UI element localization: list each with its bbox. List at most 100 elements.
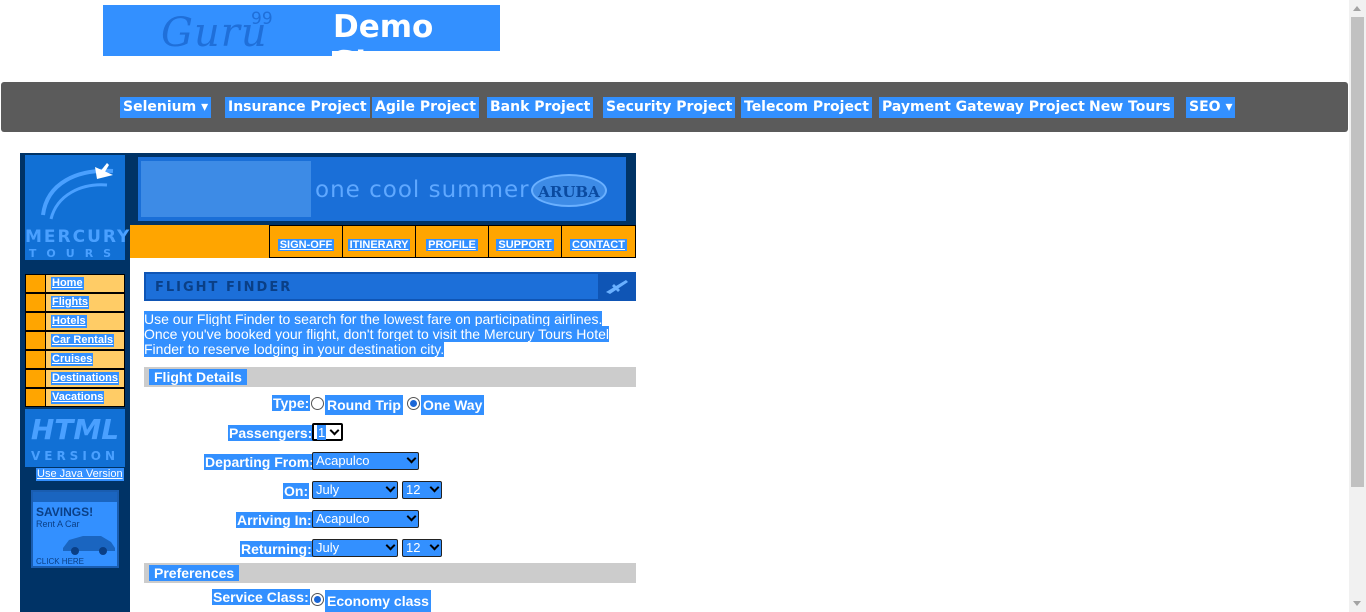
- scroll-up-icon[interactable]: [1353, 6, 1361, 11]
- banner-people-image: [141, 161, 311, 217]
- flight-finder-title: FLIGHT FINDER: [155, 280, 293, 295]
- menu-bullet: [26, 313, 46, 330]
- economy-class-radio[interactable]: [311, 593, 324, 606]
- arriving-in-label: Arriving In:: [236, 512, 313, 528]
- returning-day-value: 12: [406, 540, 421, 555]
- sidebar-item-flights[interactable]: Flights: [25, 293, 125, 312]
- ad-top-bar: [33, 492, 117, 502]
- sidebar-link[interactable]: Cruises: [51, 353, 94, 366]
- scrollbar-thumb[interactable]: [1351, 17, 1364, 487]
- profile-link[interactable]: PROFILE: [426, 239, 478, 251]
- nav-selenium[interactable]: Selenium ▾: [120, 97, 212, 118]
- service-class-label: Service Class:: [212, 589, 310, 605]
- passengers-select[interactable]: 1: [312, 423, 343, 441]
- preferences-title: Preferences: [149, 565, 240, 581]
- html-version-badge: HTML VERSION: [25, 409, 125, 467]
- sidebar-item-hotels[interactable]: Hotels: [25, 312, 125, 331]
- nav-insurance-project[interactable]: Insurance Project: [225, 97, 370, 118]
- arriving-in-select[interactable]: Acapulco: [312, 510, 419, 528]
- sidebar-item-home[interactable]: Home: [25, 274, 125, 293]
- flight-details-title: Flight Details: [149, 369, 247, 385]
- departing-from-select[interactable]: Acapulco: [312, 452, 419, 470]
- logo-divider: [332, 51, 500, 61]
- nav-payment-gateway-project[interactable]: Payment Gateway Project: [879, 97, 1088, 118]
- sidebar-item-cruises[interactable]: Cruises: [25, 350, 125, 369]
- sidebar-link[interactable]: Flights: [51, 296, 90, 309]
- flight-details-header: Flight Details: [144, 367, 636, 387]
- vertical-scrollbar[interactable]: [1349, 0, 1366, 612]
- top-links-bar: SIGN-OFF ITINERARY PROFILE SUPPORT CONTA…: [130, 225, 636, 258]
- promo-banner[interactable]: one cool summer ARUBA: [130, 153, 636, 225]
- sidebar-item-car-rentals[interactable]: Car Rentals: [25, 331, 125, 350]
- site-logo[interactable]: Guru 99 Demo Site: [103, 5, 500, 81]
- passengers-label: Passengers:: [228, 425, 314, 441]
- sign-off-cell: SIGN-OFF: [269, 225, 343, 258]
- chevron-down-icon: [406, 453, 417, 464]
- nav-security-project[interactable]: Security Project: [603, 97, 736, 118]
- departing-value: Acapulco: [316, 453, 370, 468]
- site-title: Demo Site: [333, 9, 434, 81]
- returning-day-select[interactable]: 12: [402, 539, 442, 557]
- round-trip-radio[interactable]: [311, 397, 324, 410]
- sidebar-link[interactable]: Vacations: [51, 391, 105, 404]
- mercury-tours-logo: MERCURY TOURS: [25, 155, 129, 260]
- rent-a-car-ad[interactable]: SAVINGS! Rent A Car CLICK HERE: [31, 490, 119, 568]
- airplane-icon: [598, 274, 634, 299]
- intro-text: Use our Flight Finder to search for the …: [144, 311, 609, 357]
- arriving-value: Acapulco: [316, 511, 370, 526]
- caret-down-icon: ▾: [1225, 99, 1233, 115]
- on-label: On:: [283, 483, 310, 499]
- menu-bullet: [26, 294, 46, 311]
- html-version-title: HTML: [30, 413, 120, 446]
- returning-month-value: July: [316, 540, 340, 555]
- sidebar-link[interactable]: Car Rentals: [51, 334, 115, 347]
- nav-label: Selenium: [123, 99, 197, 115]
- chevron-down-icon: [429, 482, 440, 493]
- sidebar-menu: Home Flights Hotels Car Rentals Cruises …: [25, 274, 125, 407]
- ad-sub: Rent A Car: [36, 519, 80, 529]
- returning-label: Returning:: [240, 541, 313, 557]
- nav-seo[interactable]: SEO ▾: [1186, 97, 1236, 118]
- economy-class-label: Economy class: [325, 590, 431, 612]
- on-month-select[interactable]: July: [312, 481, 398, 499]
- chevron-down-icon: [385, 540, 396, 551]
- sidebar: MERCURY TOURS Home Flights Hotels Car Re…: [20, 153, 130, 612]
- menu-bullet: [26, 370, 46, 387]
- nav-agile-project[interactable]: Agile Project: [372, 97, 479, 118]
- brand-sub: TOURS: [28, 247, 122, 260]
- returning-month-select[interactable]: July: [312, 539, 398, 557]
- one-way-radio[interactable]: [407, 397, 420, 410]
- sidebar-link[interactable]: Home: [51, 277, 84, 290]
- sidebar-link[interactable]: Hotels: [51, 315, 87, 328]
- sidebar-item-vacations[interactable]: Vacations: [25, 388, 125, 407]
- contact-link[interactable]: CONTACT: [570, 239, 627, 251]
- round-trip-label: Round Trip: [325, 395, 403, 415]
- banner-text: one cool summer: [315, 177, 530, 203]
- preferences-header: Preferences: [144, 563, 636, 583]
- sidebar-link[interactable]: Destinations: [51, 372, 120, 385]
- on-day-select[interactable]: 12: [402, 481, 442, 499]
- on-day-value: 12: [406, 482, 421, 497]
- nav-telecom-project[interactable]: Telecom Project: [741, 97, 872, 118]
- scroll-down-icon[interactable]: [1353, 601, 1361, 606]
- sign-off-link[interactable]: SIGN-OFF: [277, 239, 335, 251]
- itinerary-link[interactable]: ITINERARY: [347, 239, 411, 251]
- sidebar-item-destinations[interactable]: Destinations: [25, 369, 125, 388]
- on-month-value: July: [316, 482, 340, 497]
- chevron-down-icon: [429, 540, 440, 551]
- use-java-version-link[interactable]: Use Java Version: [36, 468, 124, 481]
- nav-new-tours[interactable]: New Tours: [1086, 97, 1174, 118]
- support-link[interactable]: SUPPORT: [496, 239, 554, 251]
- chevron-down-icon: [329, 425, 340, 436]
- itinerary-cell: ITINERARY: [342, 225, 416, 258]
- nav-bank-project[interactable]: Bank Project: [487, 97, 594, 118]
- banner-image: one cool summer ARUBA: [138, 157, 626, 221]
- menu-bullet: [26, 275, 46, 292]
- type-label: Type:: [272, 395, 311, 411]
- menu-bullet: [26, 332, 46, 349]
- aruba-logo: ARUBA: [531, 174, 607, 207]
- guru99-logo: Guru 99: [103, 5, 332, 56]
- one-way-label: One Way: [421, 395, 485, 415]
- ad-title: SAVINGS!: [36, 505, 94, 519]
- nav-label: SEO: [1189, 99, 1221, 115]
